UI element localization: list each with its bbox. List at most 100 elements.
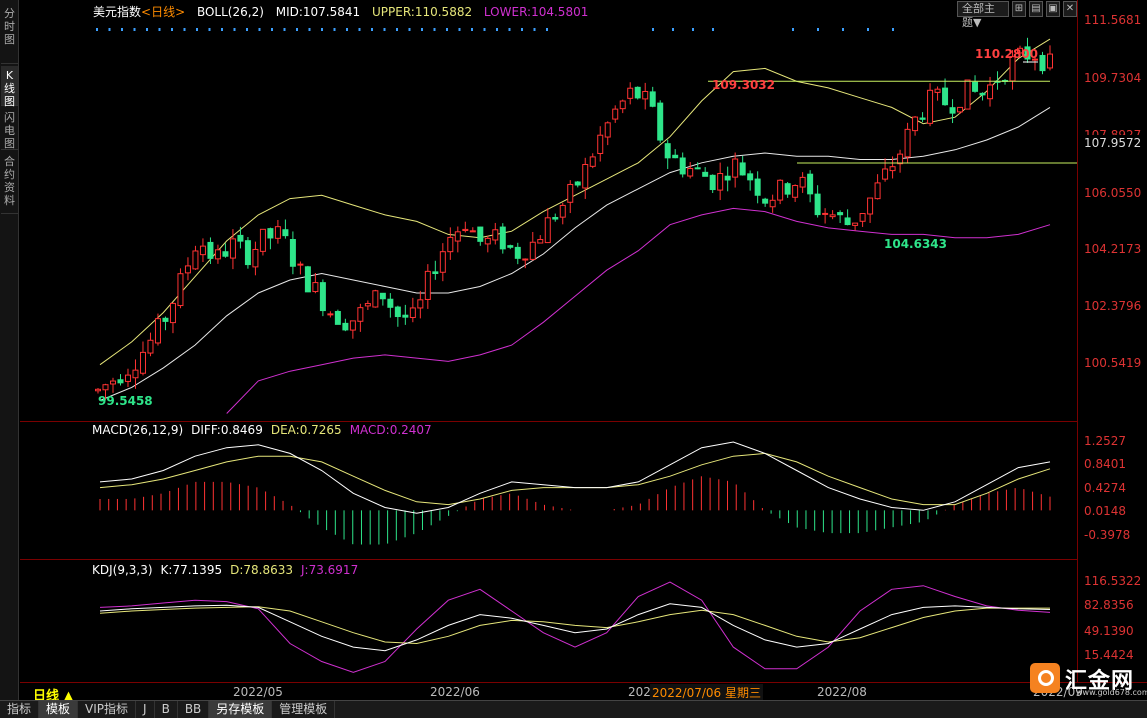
candle-up: [522, 258, 529, 261]
candle-up: [109, 380, 116, 385]
toolbar-item-5[interactable]: BB: [178, 701, 210, 718]
candle-up: [147, 339, 154, 354]
kdj-tick-label: 15.4424: [1084, 648, 1134, 662]
macd-chart[interactable]: [20, 422, 1077, 559]
candle-up: [327, 313, 334, 316]
trough-annotation: 104.6343: [884, 237, 947, 251]
grid-icon[interactable]: ⊞: [1011, 1, 1026, 17]
event-marker: [296, 28, 298, 31]
candle-up: [792, 185, 799, 198]
event-marker: [892, 28, 894, 31]
candle-down: [207, 241, 214, 259]
event-marker: [96, 28, 98, 31]
candle-up: [874, 182, 881, 200]
event-marker: [258, 28, 261, 31]
candle-down: [724, 175, 731, 181]
candle-up: [139, 351, 146, 374]
event-marker: [371, 28, 373, 31]
candle-up: [732, 158, 739, 178]
event-marker: [471, 28, 473, 31]
macd-dea: DEA:0.7265: [270, 423, 342, 437]
candle-up: [357, 307, 364, 322]
candle-up: [859, 213, 866, 222]
period-tag: <日线>: [141, 5, 186, 19]
price-tick-label: 111.5681: [1084, 13, 1142, 27]
close-icon[interactable]: ✕: [1062, 1, 1077, 17]
instrument-title: 美元指数: [93, 5, 142, 19]
candle-up: [199, 245, 206, 256]
candle-up: [169, 302, 176, 324]
event-marker: [333, 28, 336, 31]
candle-up: [957, 106, 964, 113]
candle-down: [379, 292, 386, 300]
candle-down: [837, 212, 844, 216]
event-marker: [133, 28, 136, 31]
kdj-d: D:78.8633: [230, 563, 293, 577]
candle-down: [514, 246, 521, 259]
candle-up: [132, 369, 139, 379]
toolbar-item-6[interactable]: 另存模板: [209, 701, 273, 718]
side-tab-1[interactable]: K线图: [1, 66, 18, 108]
kdj-k-line: [99, 603, 1051, 652]
macd-tick-label: 0.4274: [1084, 481, 1126, 495]
kdj-k: K:77.1395: [160, 563, 223, 577]
toolbar-item-7[interactable]: 管理模板: [272, 701, 336, 718]
candle-up: [274, 226, 281, 239]
candle-up: [927, 89, 934, 124]
price-tick-label: 100.5419: [1084, 356, 1142, 370]
gold678-logo: 汇金网 www.gold678.com: [1030, 663, 1147, 697]
price-pane[interactable]: 110.2800 109.3032 104.6343 99.5458 美元指数<日线>…: [20, 0, 1077, 420]
chart-app: 分时图 K线图 闪电图合约资料 110.2800 109.3032 104.6343 99…: [0, 0, 1147, 718]
date-tick-label: 2022/05: [233, 685, 283, 699]
candle-up: [184, 265, 191, 274]
macd-pane[interactable]: MACD(26,12,9) DIFF:0.8469 DEA:0.7265 MACD:0…: [20, 421, 1077, 558]
candle-up: [469, 230, 476, 233]
toolbar-item-4[interactable]: B: [155, 701, 178, 718]
event-marker: [408, 28, 411, 31]
toolbar-item-0[interactable]: 指标: [0, 701, 40, 718]
candle-up: [192, 250, 199, 270]
logo-url: www.gold678.com: [1076, 688, 1147, 697]
event-marker: [358, 28, 361, 31]
toolbar-item-3[interactable]: J: [136, 701, 155, 718]
candle-down: [942, 87, 949, 106]
event-marker: [396, 28, 398, 31]
event-marker: [171, 28, 173, 31]
candle-up: [95, 388, 101, 392]
candle-up: [447, 236, 454, 253]
candle-up: [799, 176, 806, 188]
side-tab-0[interactable]: 分时图: [1, 4, 18, 64]
candle-up: [484, 237, 491, 245]
price-chart[interactable]: 110.2800 109.3032 104.6343 99.5458: [20, 0, 1077, 420]
candle-down: [814, 193, 821, 216]
event-marker: [221, 28, 223, 31]
event-marker: [672, 28, 674, 31]
candle-up: [777, 179, 784, 201]
side-tab-2[interactable]: 闪电图: [1, 108, 18, 150]
side-tab-3[interactable]: 合约资料: [1, 152, 18, 214]
candle-down: [402, 314, 409, 318]
candle-up: [889, 166, 896, 172]
window-icon[interactable]: ▣: [1045, 1, 1060, 17]
candle-up: [567, 183, 574, 203]
theme-select[interactable]: 全部主题▼: [957, 1, 1009, 29]
event-marker: [483, 28, 486, 31]
candle-down: [979, 92, 986, 96]
candle-down: [304, 266, 311, 293]
toolbar-item-1[interactable]: 模板: [39, 701, 79, 718]
toolbar-item-2[interactable]: VIP指标: [78, 701, 137, 718]
event-marker: [321, 28, 323, 31]
boll-label: BOLL(26,2): [196, 5, 264, 19]
candle-down: [679, 157, 686, 175]
candle-down: [762, 198, 769, 204]
candle-up: [214, 249, 221, 260]
event-marker: [346, 28, 348, 31]
kdj-chart[interactable]: [20, 560, 1077, 683]
list-icon[interactable]: ▤: [1028, 1, 1043, 17]
macd-tick-label: 0.0148: [1084, 504, 1126, 518]
candle-down: [844, 217, 851, 226]
candle-down: [694, 167, 701, 170]
kdj-pane[interactable]: KDJ(9,3,3) K:77.1395 D:78.8633 J:73.6917: [20, 559, 1077, 682]
event-marker: [692, 28, 694, 31]
macd-diff: DIFF:0.8469: [191, 423, 263, 437]
